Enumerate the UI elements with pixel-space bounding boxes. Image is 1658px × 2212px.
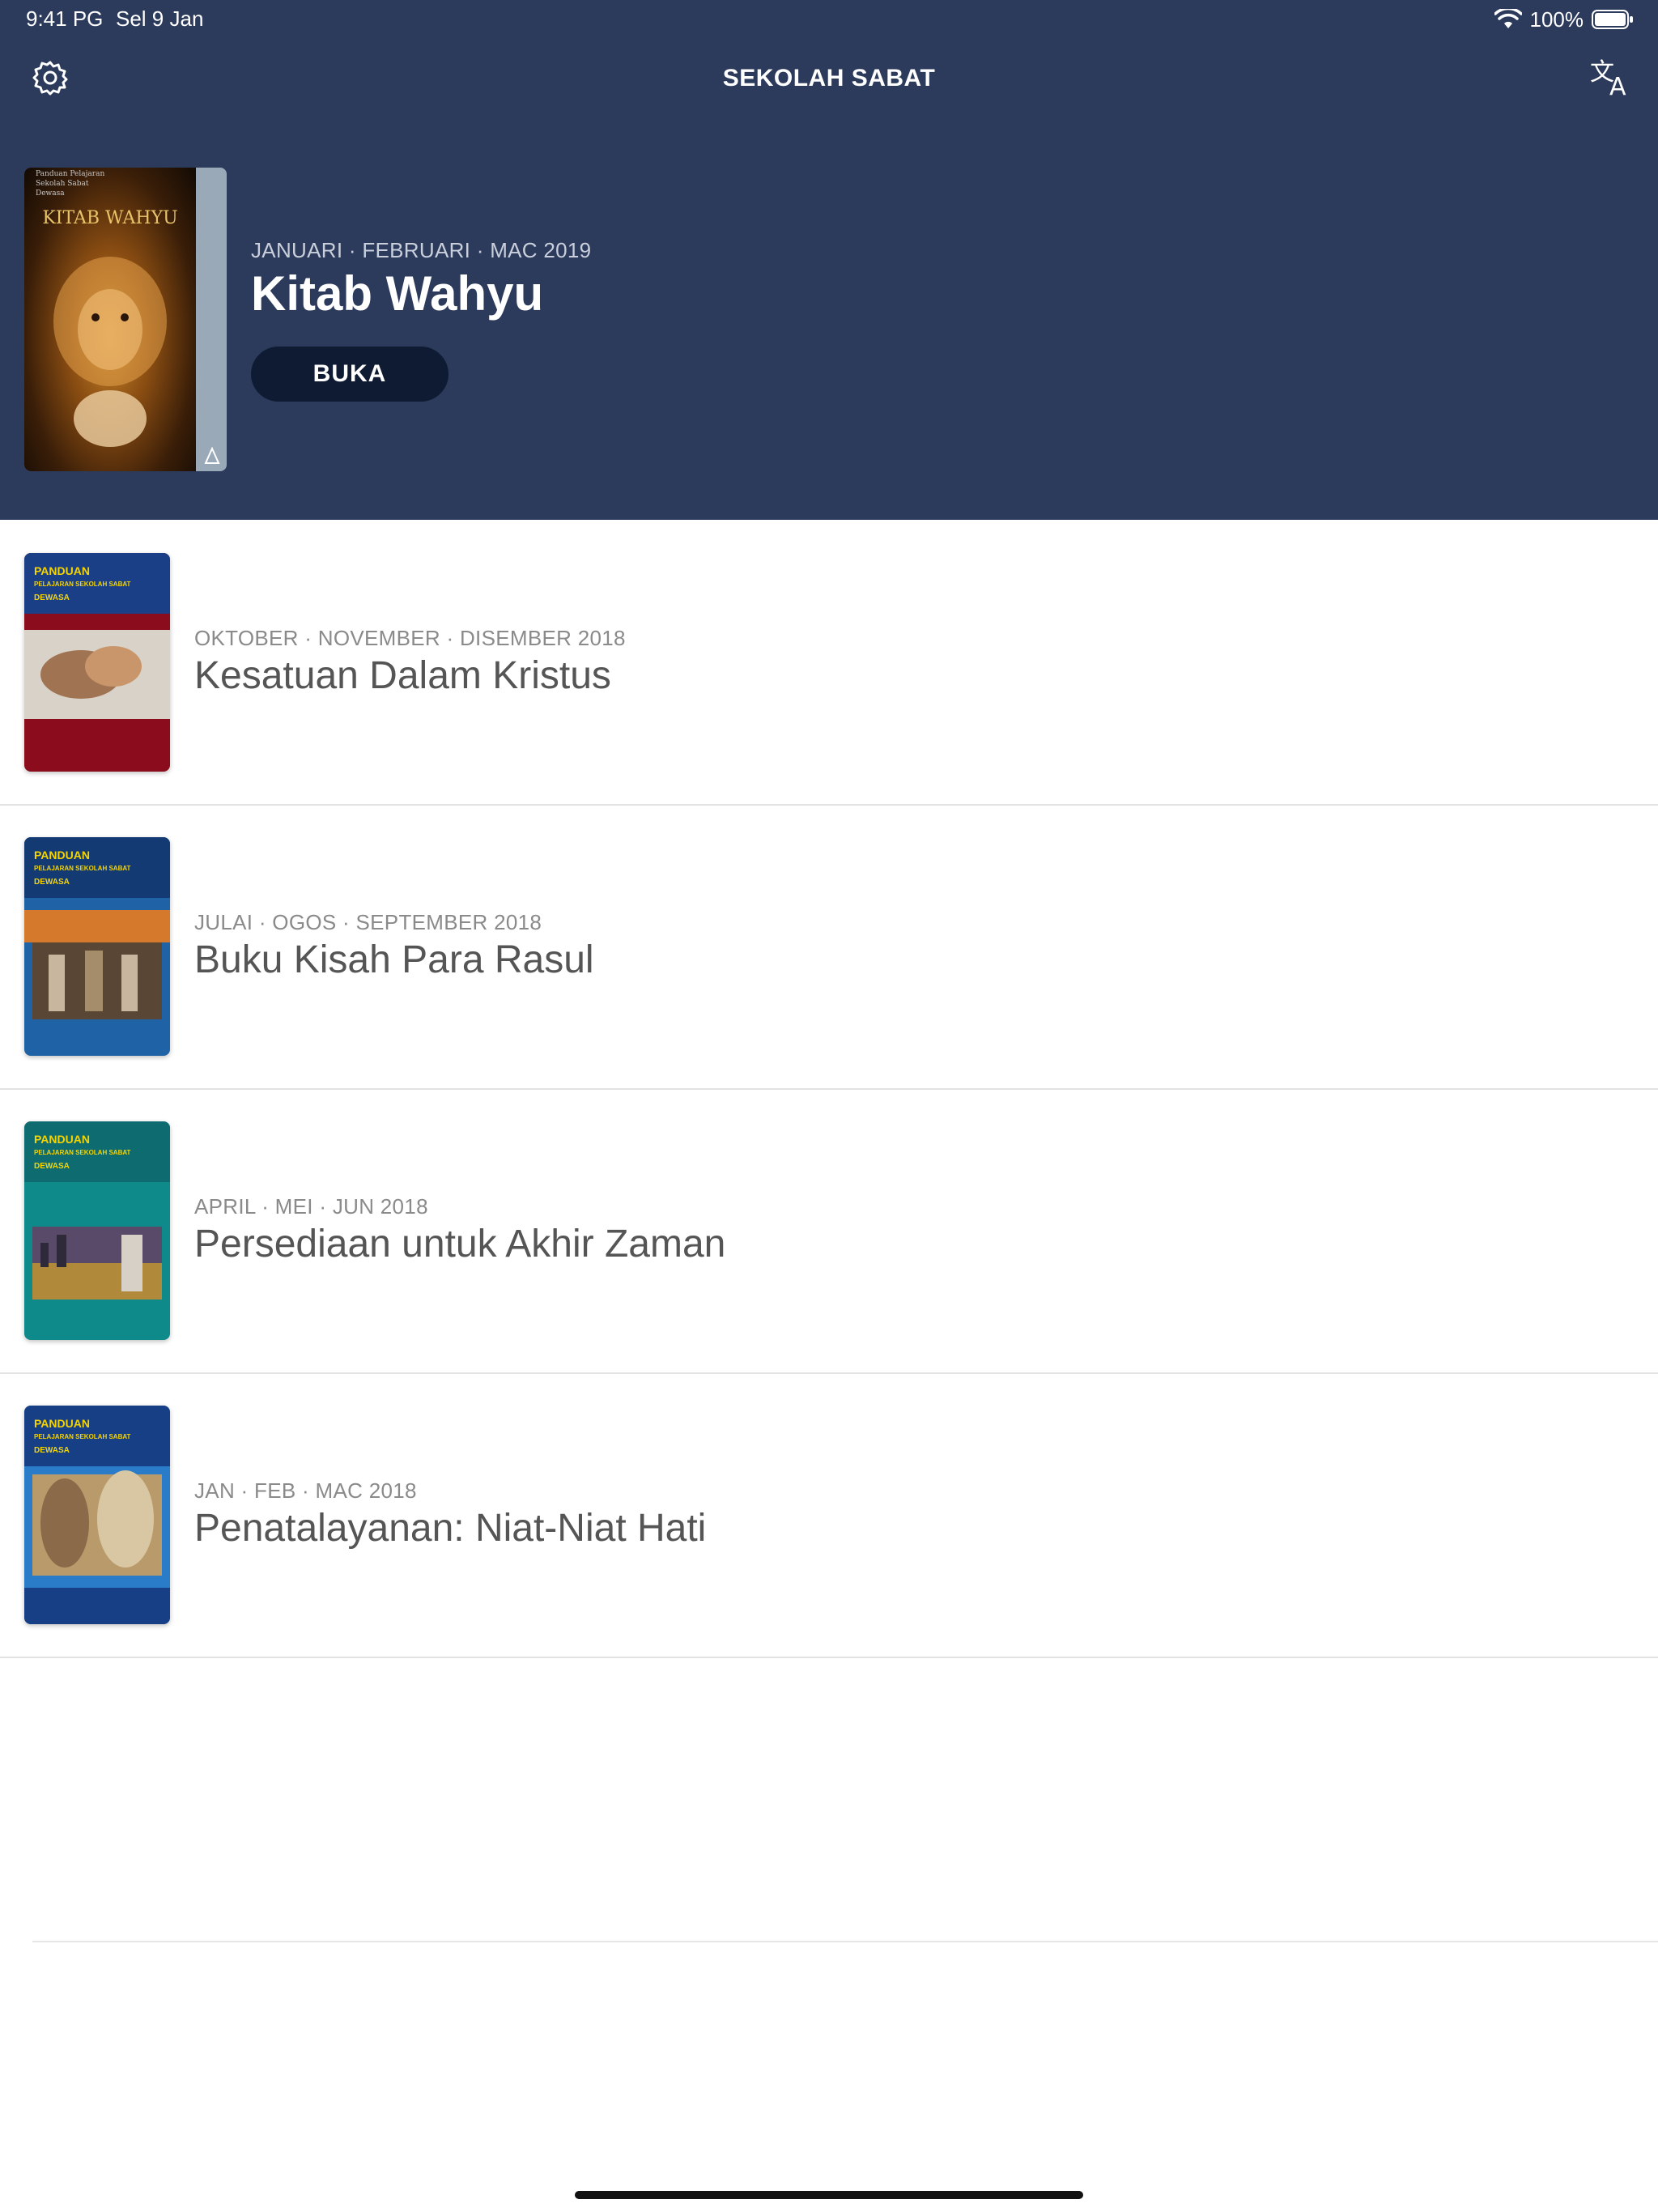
featured-cover-image[interactable]: Panduan Pelajaran Sekolah Sabat Dewasa K…	[24, 168, 227, 471]
featured-title: Kitab Wahyu	[251, 266, 544, 321]
lesson-title: Penatalayanan: Niat-Niat Hati	[194, 1507, 707, 1550]
church-logo-icon	[204, 447, 220, 464]
translate-icon: 文 A	[1590, 59, 1626, 96]
featured-dates: JANUARI · FEBRUARI · MAC 2019	[251, 238, 592, 262]
lesson-dates: OKTOBER · NOVEMBER · DISEMBER 2018	[194, 626, 626, 650]
lesson-title: Persediaan untuk Akhir Zaman	[194, 1223, 726, 1266]
lesson-title: Buku Kisah Para Rasul	[194, 938, 594, 981]
page-title: SEKOLAH SABAT	[722, 65, 936, 91]
wifi-icon	[1494, 9, 1522, 28]
city-art	[32, 1227, 162, 1300]
svg-text:A: A	[1609, 73, 1626, 96]
lesson-title: Kesatuan Dalam Kristus	[194, 654, 611, 697]
home-indicator[interactable]	[575, 2191, 1083, 2199]
cover-art: Panduan Pelajaran Sekolah Sabat Dewasa K…	[24, 168, 196, 471]
status-date: Sel 9 Jan	[116, 6, 204, 31]
lesson-cover: PANDUAN PELAJARAN SEKOLAH SABAT DEWASA	[24, 1406, 170, 1624]
battery-percent: 100%	[1529, 6, 1584, 32]
stewardship-art	[24, 1470, 170, 1624]
lion-lamb-art	[53, 257, 167, 447]
list-item[interactable]: PANDUAN PELAJARAN SEKOLAH SABAT DEWASA O…	[0, 520, 1658, 806]
status-right: 100%	[1494, 6, 1635, 32]
battery-icon	[1592, 10, 1633, 29]
status-time: 9:41 PG	[26, 6, 104, 31]
lesson-dates: JAN · FEB · MAC 2018	[194, 1478, 417, 1503]
lesson-cover: PANDUAN PELAJARAN SEKOLAH SABAT DEWASA	[24, 837, 170, 1056]
status-bar: 9:41 PG Sel 9 Jan 100%	[0, 0, 1658, 39]
list-item[interactable]: PANDUAN PELAJARAN SEKOLAH SABAT DEWASA J…	[0, 1372, 1658, 1658]
hands-art	[24, 630, 170, 719]
lesson-dates: JULAI · OGOS · SEPTEMBER 2018	[194, 910, 542, 934]
apostles-art	[24, 910, 170, 1019]
lesson-cover: PANDUAN PELAJARAN SEKOLAH SABAT DEWASA	[24, 553, 170, 772]
lesson-dates: APRIL · MEI · JUN 2018	[194, 1194, 428, 1219]
language-button[interactable]: 文 A	[1585, 53, 1634, 102]
lesson-cover: PANDUAN PELAJARAN SEKOLAH SABAT DEWASA	[24, 1121, 170, 1340]
open-button[interactable]: BUKA	[251, 347, 449, 402]
divider	[32, 1941, 1658, 1942]
list-item[interactable]: PANDUAN PELAJARAN SEKOLAH SABAT DEWASA J…	[0, 804, 1658, 1090]
list-item[interactable]: PANDUAN PELAJARAN SEKOLAH SABAT DEWASA A…	[0, 1088, 1658, 1374]
